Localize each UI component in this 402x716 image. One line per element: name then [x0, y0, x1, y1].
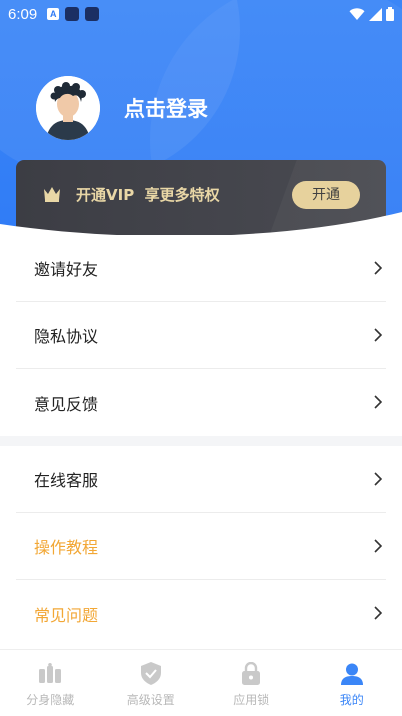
tab-app-lock[interactable]: 应用锁 — [201, 650, 302, 716]
tab-label: 分身隐藏 — [26, 692, 75, 707]
vip-promo-text: 开通VIP 享更多特权 — [76, 186, 220, 204]
menu-item-faq[interactable]: 常见问题 — [16, 580, 386, 647]
menu-item-feedback[interactable]: 意见反馈 — [16, 369, 386, 436]
user-avatar-icon — [36, 76, 100, 140]
tab-label: 高级设置 — [126, 693, 175, 707]
vip-open-button[interactable]: 开通 — [292, 181, 360, 209]
tab-label: 应用锁 — [233, 693, 270, 707]
menu-item-online-service[interactable]: 在线客服 — [16, 446, 386, 513]
menu-item-label: 操作教程 — [34, 538, 99, 557]
chevron-right-icon — [374, 261, 382, 275]
lock-icon — [242, 662, 261, 685]
menu-group-secondary: 在线客服 操作教程 常见问题 — [0, 446, 402, 647]
tab-advanced-settings[interactable]: 高级设置 — [101, 650, 202, 716]
menu-item-label: 意见反馈 — [34, 394, 99, 414]
login-label[interactable]: 点击登录 — [124, 93, 208, 123]
section-separator — [0, 436, 402, 446]
status-bar: 6:09 A — [0, 0, 402, 28]
tab-label: 我的 — [339, 692, 364, 707]
chevron-right-icon — [374, 395, 382, 409]
bottom-tab-bar: 分身隐藏 高级设置 应用锁 我的 — [0, 649, 402, 716]
menu-item-label: 隐私协议 — [34, 327, 99, 346]
menu-item-label: 常见问题 — [34, 605, 99, 625]
menu-item-label: 在线客服 — [34, 471, 99, 490]
wifi-icon — [349, 7, 365, 20]
tab-mine[interactable]: 我的 — [302, 650, 402, 716]
status-time: 6:09 — [8, 5, 38, 23]
chevron-right-icon — [374, 328, 382, 342]
menu-item-tutorial[interactable]: 操作教程 — [16, 513, 386, 580]
person-icon — [340, 663, 363, 685]
notification-app-icon-2 — [85, 7, 100, 21]
battery-icon — [386, 7, 394, 21]
notification-a-icon: A — [47, 8, 60, 20]
menu-item-invite-friends[interactable]: 邀请好友 — [16, 235, 386, 302]
crown-icon — [44, 187, 60, 202]
chevron-right-icon — [374, 606, 382, 620]
chevron-right-icon — [374, 472, 382, 486]
apps-hide-icon — [39, 662, 62, 683]
menu-item-label: 邀请好友 — [34, 260, 99, 279]
signal-icon — [369, 7, 382, 21]
chevron-right-icon — [374, 539, 382, 553]
tab-app-hide[interactable]: 分身隐藏 — [0, 650, 101, 716]
menu-item-privacy-policy[interactable]: 隐私协议 — [16, 302, 386, 369]
avatar[interactable] — [36, 76, 100, 140]
shield-check-icon — [140, 662, 161, 685]
menu-group-primary: 邀请好友 隐私协议 意见反馈 — [0, 235, 402, 436]
notification-app-icon — [65, 7, 80, 21]
